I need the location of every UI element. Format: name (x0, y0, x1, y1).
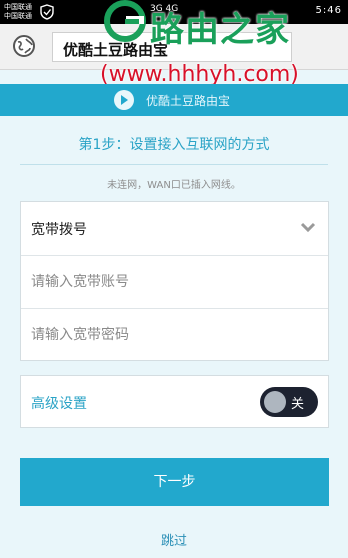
password-input[interactable] (21, 309, 328, 360)
toggle-state-label: 关 (291, 397, 305, 412)
watermark-title: 路由之家 (150, 10, 290, 50)
advanced-settings-toggle[interactable]: 关 (260, 387, 318, 417)
carrier-label-2: 中国联通 (4, 12, 32, 20)
browser-menu-button[interactable] (296, 24, 348, 70)
shield-icon (40, 4, 54, 20)
play-logo-icon (114, 90, 134, 110)
carrier-label-1: 中国联通 (4, 3, 32, 11)
advanced-settings-label: 高级设置 (31, 396, 87, 412)
connection-type-select[interactable]: 宽带拨号 (21, 202, 328, 255)
account-input[interactable] (21, 256, 328, 308)
advanced-settings-row: 高级设置 关 (20, 375, 329, 428)
next-step-button[interactable]: 下一步 (20, 458, 329, 506)
skip-link[interactable]: 跳过 (0, 530, 348, 549)
chevron-down-icon (300, 222, 316, 233)
account-row (21, 255, 328, 308)
pppoe-form: 宽带拨号 (20, 201, 329, 361)
globe-icon[interactable] (12, 34, 36, 58)
header-title: 优酷土豆路由宝 (146, 94, 231, 108)
password-row (21, 308, 328, 360)
watermark-logo-icon (104, 0, 146, 42)
divider (20, 164, 328, 165)
toggle-knob (264, 391, 286, 413)
connection-type-value: 宽带拨号 (31, 222, 87, 238)
app-header: 优酷土豆路由宝 (0, 84, 348, 116)
connection-notice: 未连网，WAN口已插入网线。 (107, 180, 241, 191)
clock: 5:46 (315, 5, 342, 16)
step-title: 第1步：设置接入互联网的方式 (78, 137, 270, 153)
